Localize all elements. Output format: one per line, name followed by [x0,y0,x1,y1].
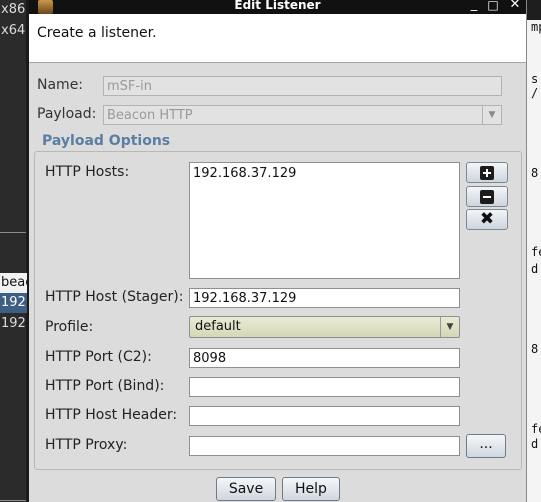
plus-icon [480,165,494,180]
http-host-stager-field[interactable]: 192.168.37.129 [189,288,460,308]
console-text: fe [531,422,541,436]
divider [0,232,26,233]
table-cell: x86 [1,2,26,17]
minimize-button[interactable]: _ [467,0,481,12]
x-icon: ✖ [479,209,495,229]
http-host-header-field[interactable] [189,406,460,426]
chevron-down-icon[interactable]: ▼ [482,106,501,124]
console-text: fe [531,245,541,259]
divider [0,500,26,501]
table-row[interactable]: 192 [0,314,27,334]
console-text: mp [531,20,541,34]
remove-host-button[interactable] [466,186,508,207]
http-hosts-label: HTTP Hosts: [45,164,130,180]
close-button[interactable]: ✕ [508,0,522,12]
http-proxy-label: HTTP Proxy: [45,437,128,453]
http-port-bind-field[interactable] [189,377,460,397]
chevron-down-icon[interactable]: ▼ [440,317,459,337]
http-proxy-field[interactable] [189,436,460,456]
profile-select[interactable]: default ▼ [189,316,460,338]
profile-label: Profile: [45,319,94,335]
http-port-bind-label: HTTP Port (Bind): [45,378,165,394]
save-button[interactable]: Save [216,477,276,501]
list-item[interactable]: 192.168.37.129 [193,166,456,181]
payload-select[interactable]: Beacon HTTP ▼ [103,105,502,125]
background-table: x86 x64 beac 192 192 [0,0,27,502]
http-port-c2-field[interactable]: 8098 [189,348,460,368]
console-text: d [531,437,539,451]
dialog-description: Create a listener. [37,25,157,41]
http-host-stager-label: HTTP Host (Stager): [45,289,184,305]
payload-options-title: Payload Options [37,133,176,149]
http-host-header-label: HTTP Host Header: [45,407,178,423]
console-text: d [531,262,539,276]
help-button[interactable]: Help [282,477,340,501]
dialog-header: Create a listener. [29,14,526,63]
edit-listener-dialog: Edit Listener _ □ ✕ Create a listener. N… [29,0,526,502]
add-host-button[interactable] [466,162,508,183]
table-cell: beac [0,273,27,293]
table-row-selected[interactable]: 192 [0,293,27,313]
http-hosts-list[interactable]: 192.168.37.129 [189,162,460,279]
background-console: mp s / 8 fe d 8 fe d [526,0,541,502]
name-field[interactable]: mSF-in [103,76,502,96]
profile-value: default [195,319,241,334]
console-text: 8 [531,166,539,180]
name-label: Name: [37,77,84,93]
console-text: 8 [531,342,539,356]
table-cell: x64 [1,23,26,38]
payload-value: Beacon HTTP [107,108,193,123]
console-text: / [531,86,539,100]
console-text: s [531,72,539,86]
clear-hosts-button[interactable]: ✖ [466,209,508,230]
maximize-button[interactable]: □ [486,0,500,12]
window-title: Edit Listener [234,0,321,12]
payload-label: Payload: [37,106,97,122]
title-bar[interactable]: Edit Listener _ □ ✕ [29,0,526,14]
proxy-settings-button[interactable]: ... [466,434,506,458]
minus-icon [480,189,494,204]
http-port-c2-label: HTTP Port (C2): [45,349,152,365]
console-dark-region [527,0,541,20]
